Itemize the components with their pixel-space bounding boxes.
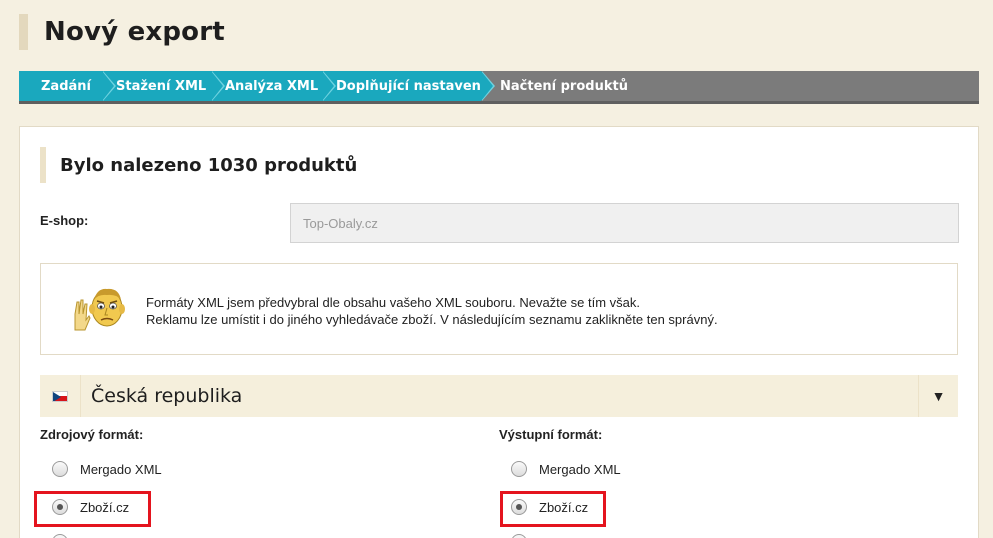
step-stazeni-xml[interactable]: Stažení XML (102, 71, 225, 101)
page-title: Nový export (44, 17, 225, 47)
step-label: Zadání (41, 78, 91, 94)
country-name: Česká republika (91, 385, 243, 407)
info-text: Formáty XML jsem předvybral dle obsahu v… (146, 294, 718, 328)
section-header: Bylo nalezeno 1030 produktů (40, 147, 357, 183)
output-format-column: Výstupní formát: (499, 427, 602, 442)
source-format-column: Zdrojový formát: (40, 427, 143, 442)
radio-button[interactable] (511, 534, 527, 538)
step-analyza-xml[interactable]: Analýza XML (211, 71, 336, 101)
info-line: Formáty XML jsem předvybral dle obsahu v… (146, 295, 640, 310)
radio-button[interactable] (52, 461, 68, 477)
radio-button[interactable] (511, 461, 527, 477)
radio-button-checked[interactable] (511, 499, 527, 515)
step-nacteni-produktu: Načtení produktů (481, 71, 628, 101)
wizard-steps: Zadání Stažení XML Analýza XML Doplňujíc… (19, 71, 979, 104)
output-option-mergado-xml[interactable]: Mergado XML (511, 461, 621, 477)
option-label: Zboží.cz (80, 499, 130, 515)
step-label: Doplňující nastavení (336, 78, 486, 94)
info-box: Formáty XML jsem předvybral dle obsahu v… (40, 263, 958, 355)
products-found-heading: Bylo nalezeno 1030 produktů (60, 154, 358, 176)
radio-button[interactable] (52, 534, 68, 538)
flag-box (40, 375, 80, 417)
step-label: Stažení XML (116, 78, 207, 94)
source-format-title: Zdrojový formát: (40, 427, 144, 442)
output-format-title: Výstupní formát: (499, 427, 603, 442)
eshop-input[interactable] (290, 203, 959, 243)
page-header: Nový export (19, 14, 225, 50)
source-option-mergado-xml[interactable]: Mergado XML (52, 461, 162, 477)
step-label: Načtení produktů (500, 78, 628, 94)
option-label: Zboží.cz (539, 499, 589, 515)
mascot-icon (74, 288, 125, 331)
output-option-zbozi-cz[interactable]: Zboží.cz (511, 499, 588, 515)
country-bar[interactable]: Česká republika ▼ (40, 375, 958, 417)
collapse-toggle-icon[interactable]: ▼ (918, 375, 958, 417)
step-doplnujici-nastaveni[interactable]: Doplňující nastavení (322, 71, 495, 101)
source-option-zbozi-cz[interactable]: Zboží.cz (52, 499, 129, 515)
radio-button-checked[interactable] (52, 499, 68, 515)
country-title-area: Česká republika (80, 375, 918, 417)
info-line: Reklamu lze umístit i do jiného vyhledáv… (146, 312, 718, 327)
eshop-label: E-shop: (40, 213, 89, 228)
step-zadani[interactable]: Zadání (19, 71, 116, 101)
option-label: Mergado XML (539, 461, 621, 477)
czech-flag-icon (52, 390, 68, 402)
export-panel: Bylo nalezeno 1030 produktů E-shop: Top-… (19, 126, 979, 538)
step-label: Analýza XML (225, 78, 319, 94)
option-label: Mergado XML (80, 461, 162, 477)
